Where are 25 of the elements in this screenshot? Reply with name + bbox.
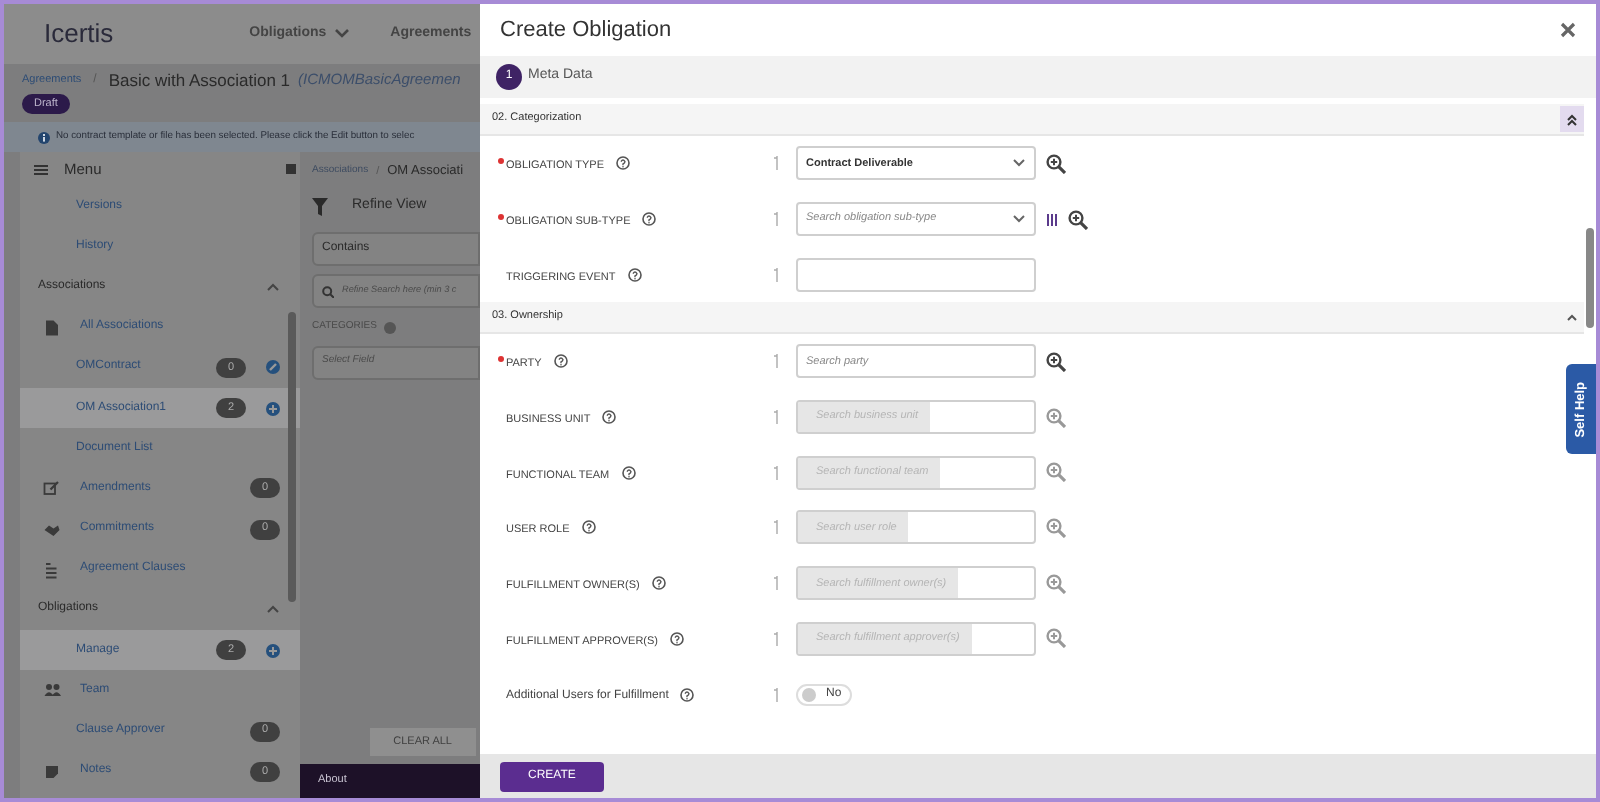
zoom-in-icon[interactable] [1068, 209, 1088, 230]
filter-icon [312, 197, 328, 215]
chevron-down-icon [1012, 214, 1026, 225]
info-icon [38, 131, 50, 143]
scrollbar-thumb[interactable] [1586, 228, 1594, 328]
document-icon [43, 318, 61, 337]
input-field[interactable] [796, 257, 1036, 292]
close-icon[interactable] [1560, 22, 1576, 38]
edit-icon [43, 479, 61, 498]
logo-text: Icertis [44, 16, 114, 53]
menu-icon [34, 163, 48, 175]
note-icon [43, 762, 61, 781]
list-icon [43, 560, 61, 579]
scrollbar-thumb[interactable] [288, 312, 296, 602]
zoom-in-icon[interactable] [1046, 351, 1066, 372]
chevron-down-icon [1012, 158, 1026, 169]
zoom-in-icon[interactable] [1046, 153, 1066, 174]
search-icon [322, 285, 334, 297]
page-title: Basic with Association 1 [108, 67, 291, 93]
add-icon[interactable] [266, 401, 280, 416]
edit-icon[interactable] [266, 360, 280, 375]
dialog-title: Create Obligation [500, 15, 672, 46]
add-icon[interactable] [266, 643, 280, 658]
team-icon [43, 681, 61, 700]
caret-icon [334, 26, 351, 42]
